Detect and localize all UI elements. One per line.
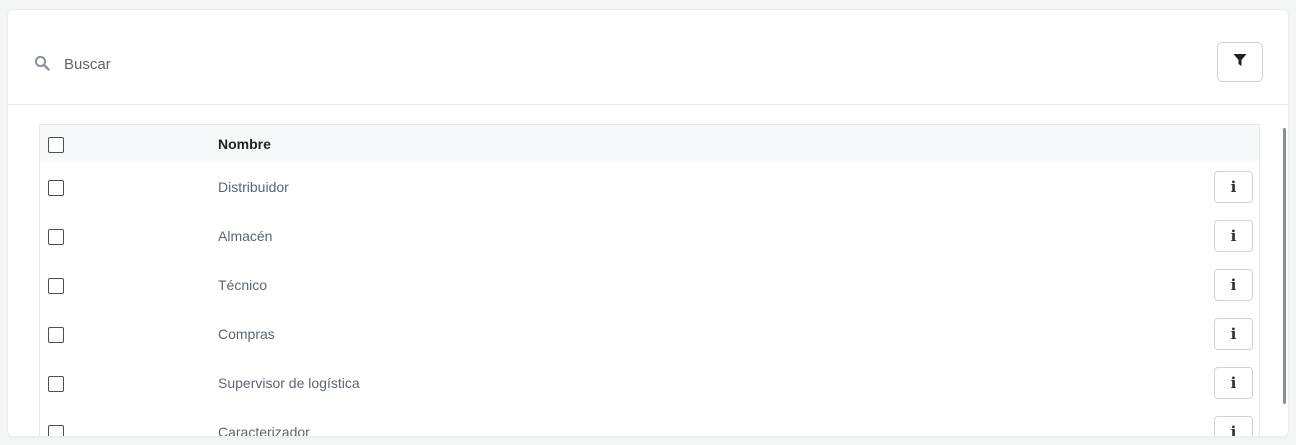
- table-row: Almacén i: [40, 210, 1259, 259]
- table-row: Supervisor de logística i: [40, 357, 1259, 406]
- row-name: Compras: [218, 326, 275, 342]
- row-checkbox[interactable]: [48, 425, 64, 436]
- info-button[interactable]: i: [1214, 171, 1253, 203]
- row-name: Distribuidor: [218, 179, 289, 195]
- column-header-name: Nombre: [218, 136, 271, 152]
- info-button[interactable]: i: [1214, 269, 1253, 301]
- search-bar: [8, 10, 1288, 105]
- table-header: Nombre: [40, 125, 1259, 161]
- row-name: Caracterizador: [218, 424, 310, 436]
- table-row: Compras i: [40, 308, 1259, 357]
- info-button[interactable]: i: [1214, 367, 1253, 399]
- info-button[interactable]: i: [1214, 318, 1253, 350]
- info-icon: i: [1230, 325, 1237, 343]
- row-checkbox[interactable]: [48, 327, 64, 343]
- info-icon: i: [1230, 276, 1237, 294]
- filter-icon: [1233, 53, 1247, 72]
- row-name: Supervisor de logística: [218, 375, 360, 391]
- row-checkbox[interactable]: [48, 180, 64, 196]
- info-icon: i: [1230, 178, 1237, 196]
- row-checkbox[interactable]: [48, 229, 64, 245]
- info-button[interactable]: i: [1214, 220, 1253, 252]
- search-icon: [34, 55, 50, 71]
- row-name: Técnico: [218, 277, 268, 293]
- info-button[interactable]: i: [1214, 416, 1253, 436]
- search-input[interactable]: [64, 50, 664, 78]
- info-icon: i: [1230, 423, 1237, 436]
- row-name: Almacén: [218, 228, 273, 244]
- info-icon: i: [1230, 374, 1237, 392]
- vertical-scrollbar[interactable]: [1283, 128, 1286, 404]
- select-all-checkbox[interactable]: [48, 137, 64, 153]
- row-checkbox[interactable]: [48, 376, 64, 392]
- roles-card: Nombre Distribuidor i Almacén i Técnico …: [8, 10, 1288, 436]
- filter-button[interactable]: [1217, 42, 1263, 82]
- table-row: Caracterizador i: [40, 406, 1259, 436]
- row-checkbox[interactable]: [48, 278, 64, 294]
- info-icon: i: [1230, 227, 1237, 245]
- table-row: Técnico i: [40, 259, 1259, 308]
- table-row: Distribuidor i: [40, 161, 1259, 210]
- roles-table: Nombre Distribuidor i Almacén i Técnico …: [39, 124, 1260, 436]
